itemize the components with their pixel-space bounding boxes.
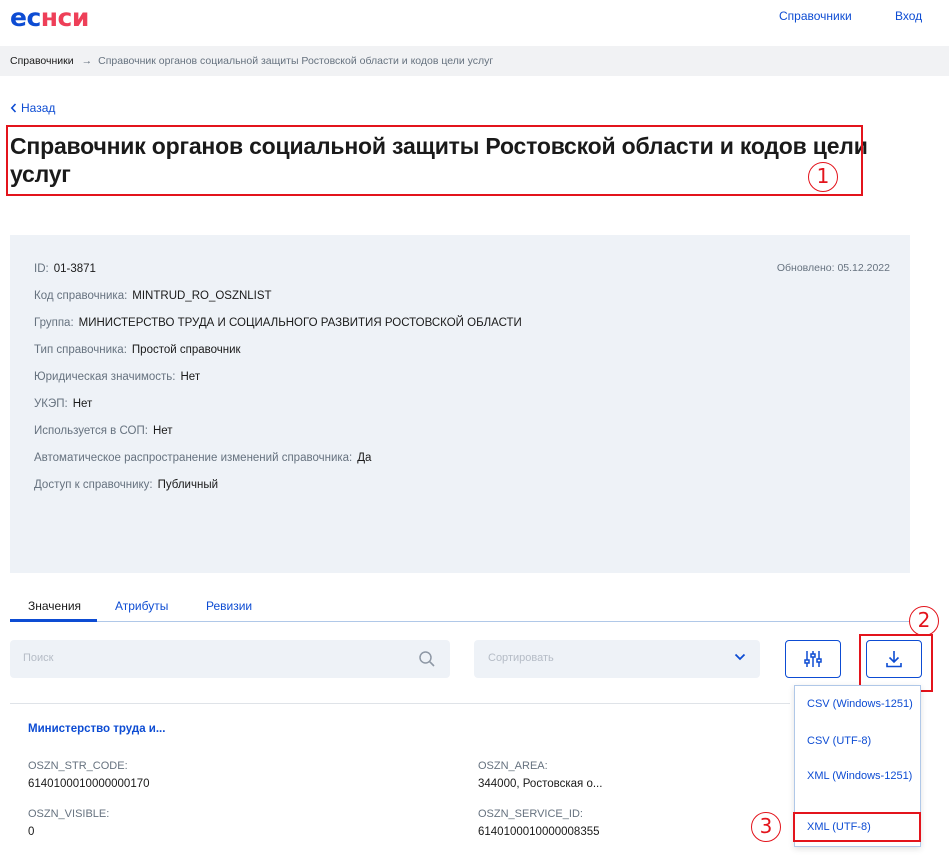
back-label: Назад [21, 101, 56, 115]
active-tab-indicator [10, 619, 97, 622]
info-value: Нет [180, 371, 201, 383]
breadcrumb-current: Справочник органов социальной защиты Рос… [98, 55, 494, 67]
info-row-signature: УКЭП: Нет [34, 398, 92, 410]
info-value: 01-3871 [53, 263, 96, 275]
sliders-icon [804, 651, 822, 667]
info-label: УКЭП: [34, 398, 68, 410]
tab-bar: Значения Атрибуты Ревизии [10, 598, 910, 622]
info-label: Юридическая значимость: [34, 371, 176, 383]
info-row-code: Код справочника: MINTRUD_RO_OSZNLIST [34, 290, 272, 302]
sort-select[interactable]: Сортировать [474, 640, 760, 678]
tab-values[interactable]: Значения [28, 598, 81, 614]
info-row-legal: Юридическая значимость: Нет [34, 371, 200, 383]
top-header: еснси Справочники Вход [0, 0, 949, 46]
info-label: ID: [34, 263, 49, 275]
chevron-left-icon [10, 103, 17, 113]
info-row-type: Тип справочника: Простой справочник [34, 344, 241, 356]
tab-attributes[interactable]: Атрибуты [115, 598, 168, 614]
back-link[interactable]: Назад [10, 101, 55, 115]
search-icon[interactable] [418, 650, 436, 668]
divider [10, 703, 790, 704]
breadcrumb-separator-icon: → [81, 55, 93, 67]
breadcrumb: Справочники → Справочник органов социально… [0, 46, 949, 76]
field-label: OSZN_SERVICE_ID: [478, 808, 583, 820]
info-value: Нет [72, 398, 93, 410]
info-label: Группа: [34, 317, 74, 329]
info-value: МИНИСТЕРСТВО ТРУДА И СОЦИАЛЬНОГО РАЗВИТИ… [78, 317, 522, 329]
logo-part-2: нси [40, 3, 90, 32]
field-value: 0 [28, 826, 35, 838]
info-panel: Обновлено: 05.12.2022 ID: 01-3871 Код спр… [10, 235, 910, 573]
field-value: 344000, Ростовская о... [478, 778, 603, 790]
field-value: 6140100010000000170 [28, 778, 150, 790]
info-value: Да [357, 452, 372, 464]
info-value: Публичный [157, 479, 219, 491]
menu-item-csv-utf8[interactable]: CSV (UTF-8) [807, 734, 915, 749]
info-label: Используется в СОП: [34, 425, 148, 437]
field-label: OSZN_STR_CODE: [28, 760, 128, 772]
chevron-down-icon [734, 653, 746, 661]
nav-login-link[interactable]: Вход [895, 9, 922, 23]
logo-part-1: ес [10, 3, 41, 32]
info-label: Доступ к справочнику: [34, 479, 153, 491]
info-row-id: ID: 01-3871 [34, 263, 96, 275]
info-row-auto: Автоматическое распространение изменений… [34, 452, 371, 464]
annotation-box-3 [793, 812, 921, 842]
info-row-access: Доступ к справочнику: Публичный [34, 479, 218, 491]
tab-revisions[interactable]: Ревизии [206, 598, 252, 614]
info-row-sop: Используется в СОП: Нет [34, 425, 173, 437]
breadcrumb-root-link[interactable]: Справочники [10, 55, 74, 67]
info-label: Автоматическое распространение изменений… [34, 452, 353, 464]
annotation-number-3: 3 [751, 812, 781, 842]
search-placeholder: Поиск [23, 652, 54, 664]
field-value: 6140100010000008355 [478, 826, 600, 838]
menu-item-xml-windows-1251[interactable]: XML (Windows-1251) [807, 769, 915, 784]
record-title-link[interactable]: Министерство труда и... [28, 723, 165, 735]
field-label: OSZN_AREA: [478, 760, 548, 772]
sort-placeholder: Сортировать [488, 652, 554, 664]
field-label: OSZN_VISIBLE: [28, 808, 110, 820]
info-value: MINTRUD_RO_OSZNLIST [132, 290, 272, 302]
logo[interactable]: еснси [10, 3, 89, 33]
filter-button[interactable] [785, 640, 841, 678]
info-label: Тип справочника: [34, 344, 127, 356]
annotation-number-2: 2 [909, 606, 939, 636]
search-input[interactable]: Поиск [10, 640, 450, 678]
info-row-group: Группа: МИНИСТЕРСТВО ТРУДА И СОЦИАЛЬНОГО … [34, 317, 522, 329]
annotation-box-1 [6, 125, 863, 196]
info-value: Нет [152, 425, 173, 437]
nav-directories-link[interactable]: Справочники [779, 9, 852, 23]
annotation-box-2 [859, 634, 933, 692]
info-label: Код справочника: [34, 290, 128, 302]
annotation-number-1: 1 [808, 162, 838, 192]
info-value: Простой справочник [131, 344, 241, 356]
updated-date: Обновлено: 05.12.2022 [776, 262, 890, 274]
menu-item-csv-windows-1251[interactable]: CSV (Windows-1251) [807, 697, 915, 712]
